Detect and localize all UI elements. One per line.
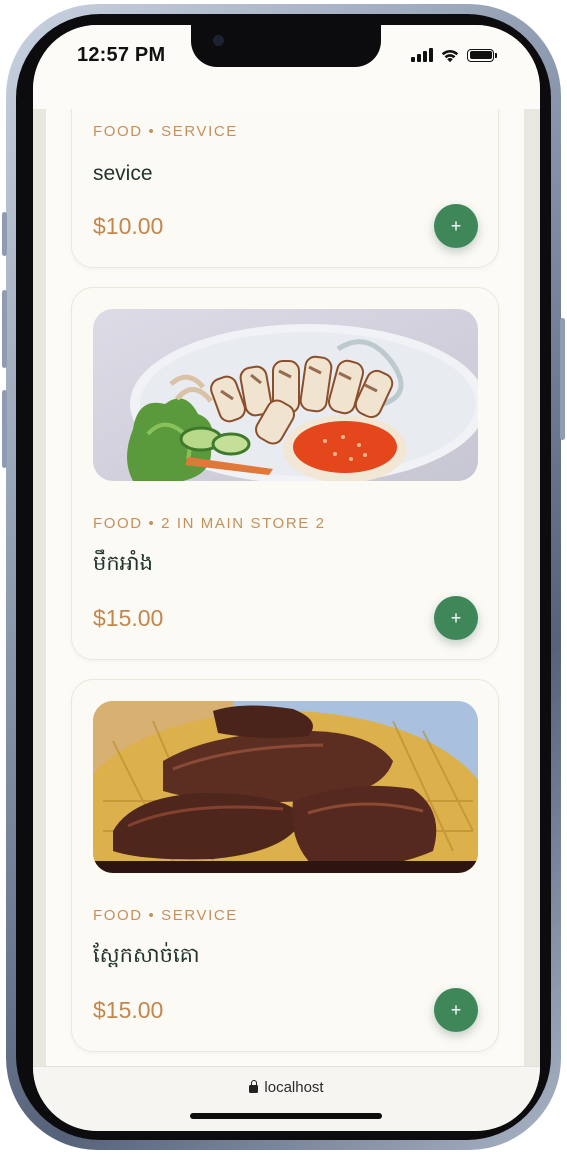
- volume-up-button: [2, 290, 7, 368]
- power-button: [560, 318, 565, 440]
- product-image: [93, 701, 478, 873]
- front-camera: [213, 35, 224, 46]
- product-category: FOOD • 2 IN MAIN STORE 2: [93, 515, 326, 532]
- product-price: $10.00: [93, 213, 164, 239]
- product-name: ស្ពែកសាច់គោ: [93, 944, 200, 967]
- status-time: 12:57 PM: [77, 44, 166, 66]
- silent-switch: [2, 212, 7, 256]
- phone-screen: 12:57 PM FOOD • SERVICE sevice $10.00 +: [33, 25, 540, 1131]
- status-bar: 12:57 PM: [33, 25, 540, 109]
- product-image: [93, 309, 478, 481]
- product-card[interactable]: FOOD • SERVICE sevice $10.00 +: [71, 109, 499, 268]
- battery-icon: [467, 48, 497, 62]
- product-card[interactable]: FOOD • 2 IN MAIN STORE 2 មឹកអាំង $15.00 …: [71, 287, 499, 660]
- product-price: $15.00: [93, 997, 164, 1023]
- dried-beef-image: [93, 701, 478, 873]
- volume-down-button: [2, 390, 7, 468]
- url-display[interactable]: localhost: [33, 1079, 540, 1096]
- product-category: FOOD • SERVICE: [93, 123, 238, 140]
- product-name: មឹកអាំង: [93, 552, 153, 575]
- camera-notch: [191, 25, 381, 67]
- lock-icon: [249, 1080, 259, 1093]
- product-list[interactable]: FOOD • SERVICE sevice $10.00 + FOOD • 2 …: [46, 109, 524, 1067]
- wifi-icon: [441, 49, 459, 62]
- browser-url-bar[interactable]: localhost: [33, 1066, 540, 1131]
- add-to-cart-button[interactable]: +: [434, 596, 478, 640]
- add-to-cart-button[interactable]: +: [434, 204, 478, 248]
- status-icons: [411, 47, 497, 63]
- product-price: $15.00: [93, 605, 164, 631]
- product-category: FOOD • SERVICE: [93, 907, 238, 924]
- grilled-squid-image: [93, 309, 478, 481]
- cellular-signal-icon: [411, 48, 433, 62]
- product-card[interactable]: FOOD • SERVICE ស្ពែកសាច់គោ $15.00 +: [71, 679, 499, 1052]
- home-indicator[interactable]: [190, 1113, 382, 1119]
- add-to-cart-button[interactable]: +: [434, 988, 478, 1032]
- product-name: sevice: [93, 162, 153, 185]
- url-text: localhost: [264, 1079, 324, 1096]
